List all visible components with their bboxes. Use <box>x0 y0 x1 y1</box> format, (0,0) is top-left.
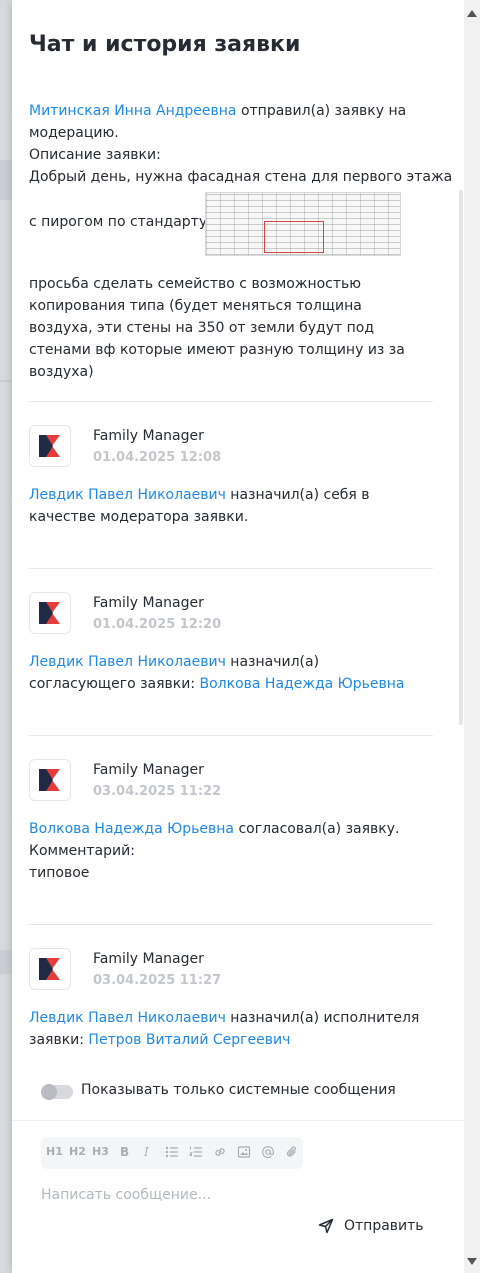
message-divider <box>29 568 433 569</box>
event-author: Family Manager <box>93 428 204 444</box>
actor-link[interactable]: Левдик Павел Николаевич <box>29 654 226 670</box>
system-messages-toggle-label: Показывать только системные сообщения <box>81 1082 396 1098</box>
comment-text: типовое <box>29 865 90 881</box>
page-scrollbar[interactable] <box>464 0 480 1273</box>
composer-divider <box>12 1120 464 1121</box>
target-link[interactable]: Петров Виталий Сергеевич <box>88 1032 290 1048</box>
background-band <box>0 950 12 974</box>
scroll-up-icon[interactable] <box>467 10 477 17</box>
link-icon[interactable] <box>213 1145 227 1159</box>
event-timestamp: 01.04.2025 12:08 <box>93 450 222 465</box>
chat-scrollbar-thumb[interactable] <box>459 190 463 725</box>
attachment-icon[interactable] <box>285 1145 299 1159</box>
formatting-toolbar: H1 H2 H3 B I <box>41 1137 303 1169</box>
actor-link[interactable]: Левдик Павел Николаевич <box>29 487 226 503</box>
heading1-button[interactable]: H1 <box>46 1145 63 1158</box>
event-text: Левдик Павел Николаевич назначил(а) себя… <box>29 487 370 525</box>
family-manager-logo-icon <box>29 948 71 990</box>
numbered-list-icon[interactable] <box>189 1145 203 1159</box>
heading2-button[interactable]: H2 <box>69 1145 86 1158</box>
description-line: Добрый день, нужна фасадная стена для пе… <box>29 169 453 185</box>
description-paragraph: просьба сделать семейство с возможностью… <box>29 276 405 380</box>
bold-button[interactable]: B <box>120 1145 129 1159</box>
message-divider <box>29 401 433 402</box>
author-link[interactable]: Митинская Инна Андреевна <box>29 103 237 119</box>
comment-label: Комментарий: <box>29 843 135 859</box>
family-manager-logo-icon <box>29 592 71 634</box>
actor-link[interactable]: Волкова Надежда Юрьевна <box>29 821 234 837</box>
message-divider <box>29 735 433 736</box>
event-text: Волкова Надежда Юрьевна согласовал(а) за… <box>29 821 400 837</box>
event-author: Family Manager <box>93 595 204 611</box>
panel-title: Чат и история заявки <box>29 32 301 57</box>
mention-icon[interactable] <box>261 1145 275 1159</box>
bullet-list-icon[interactable] <box>165 1145 179 1159</box>
description-line: с пирогом по стандарту <box>29 214 208 230</box>
request-submitted-message: Митинская Инна Андреевна отправил(а) зая… <box>29 103 407 141</box>
message-input[interactable] <box>41 1184 421 1206</box>
description-label: Описание заявки: <box>29 147 161 163</box>
system-messages-toggle[interactable] <box>41 1084 73 1100</box>
italic-button[interactable]: I <box>144 1145 149 1159</box>
event-author: Family Manager <box>93 762 204 778</box>
image-icon[interactable] <box>237 1145 251 1159</box>
background-band <box>0 160 12 200</box>
heading3-button[interactable]: H3 <box>92 1145 109 1158</box>
actor-link[interactable]: Левдик Павел Николаевич <box>29 1010 226 1026</box>
attached-spreadsheet-image[interactable] <box>205 192 401 256</box>
family-manager-logo-icon <box>29 425 71 467</box>
send-button-label: Отправить <box>344 1218 424 1234</box>
scroll-down-icon[interactable] <box>467 1258 477 1265</box>
send-icon <box>318 1218 334 1234</box>
event-timestamp: 03.04.2025 11:27 <box>93 973 222 988</box>
family-manager-logo-icon <box>29 759 71 801</box>
message-divider <box>29 924 433 925</box>
target-link[interactable]: Волкова Надежда Юрьевна <box>200 676 405 692</box>
background-line <box>0 380 12 382</box>
event-timestamp: 01.04.2025 12:20 <box>93 617 222 632</box>
event-text: Левдик Павел Николаевич назначил(а) испо… <box>29 1010 420 1048</box>
event-author: Family Manager <box>93 951 204 967</box>
event-text: Левдик Павел Николаевич назначил(а) согл… <box>29 654 405 692</box>
event-timestamp: 03.04.2025 11:22 <box>93 784 222 799</box>
